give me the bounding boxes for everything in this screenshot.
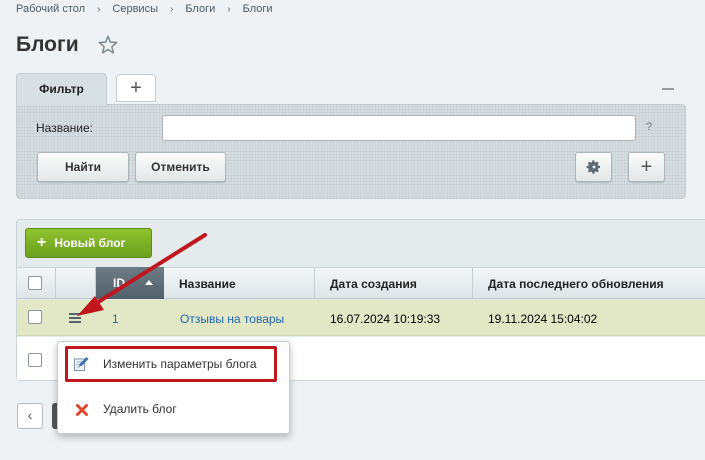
column-header-id[interactable]: ID bbox=[96, 267, 164, 299]
row-id[interactable]: 1 bbox=[112, 312, 119, 326]
column-header-created-label: Дата создания bbox=[330, 277, 417, 291]
column-header-created[interactable]: Дата создания bbox=[315, 267, 473, 299]
header-actions-cell bbox=[56, 267, 96, 299]
row-created-date: 16.07.2024 10:19:33 bbox=[330, 312, 441, 326]
pager-prev-button[interactable]: ‹ bbox=[17, 403, 43, 429]
add-filter-button[interactable]: + bbox=[628, 152, 665, 182]
name-filter-input[interactable] bbox=[162, 115, 636, 141]
breadcrumb-separator-icon: › bbox=[169, 4, 174, 15]
plus-icon: + bbox=[37, 234, 47, 251]
breadcrumb-item-blogs[interactable]: Блоги bbox=[185, 3, 215, 15]
edit-icon bbox=[74, 357, 89, 371]
column-header-name[interactable]: Название bbox=[164, 267, 315, 299]
sort-ascending-icon bbox=[145, 280, 153, 285]
menu-item-edit-blog-label: Изменить параметры блога bbox=[103, 357, 257, 371]
page-title: Блоги bbox=[16, 33, 79, 56]
star-icon[interactable] bbox=[97, 34, 119, 56]
menu-item-delete-blog-label: Удалить блог bbox=[103, 402, 177, 416]
row-checkbox[interactable] bbox=[28, 310, 42, 324]
delete-icon bbox=[76, 404, 88, 416]
row-name-link[interactable]: Отзывы на товары bbox=[180, 312, 284, 326]
breadcrumb-separator-icon: › bbox=[227, 4, 231, 15]
row-updated-date: 19.11.2024 15:04:02 bbox=[488, 312, 598, 326]
add-filter-tab-button[interactable]: + bbox=[116, 74, 156, 102]
filter-settings-button[interactable] bbox=[575, 152, 612, 182]
row-actions-menu-icon[interactable] bbox=[69, 313, 81, 323]
column-header-id-label: ID bbox=[113, 276, 125, 290]
column-header-updated-label: Дата последнего обновления bbox=[488, 277, 664, 291]
breadcrumb-item-desktop[interactable]: Рабочий стол bbox=[16, 3, 85, 15]
find-button[interactable]: Найти bbox=[37, 152, 129, 182]
column-header-updated[interactable]: Дата последнего обновления bbox=[473, 267, 705, 299]
header-select-all-cell bbox=[17, 267, 56, 299]
row-context-menu: Изменить параметры блога Удалить блог bbox=[57, 341, 290, 434]
menu-item-delete-blog[interactable]: Удалить блог bbox=[58, 392, 289, 428]
breadcrumb-item-services[interactable]: Сервисы bbox=[112, 3, 158, 15]
name-filter-label: Название: bbox=[36, 121, 93, 135]
collapse-filter-icon[interactable] bbox=[662, 88, 674, 90]
breadcrumb-separator-icon: › bbox=[97, 4, 101, 15]
breadcrumb: Рабочий стол › Сервисы › Блоги › Блоги bbox=[16, 3, 273, 15]
new-blog-button[interactable]: + Новый блог bbox=[25, 228, 152, 258]
select-all-checkbox[interactable] bbox=[28, 276, 42, 290]
help-icon[interactable]: ? bbox=[646, 121, 652, 133]
new-blog-label: Новый блог bbox=[54, 236, 126, 250]
column-header-name-label: Название bbox=[179, 277, 236, 291]
menu-item-edit-blog[interactable]: Изменить параметры блога bbox=[58, 347, 289, 383]
gear-icon bbox=[586, 160, 600, 174]
tab-filter[interactable]: Фильтр bbox=[16, 73, 107, 105]
cancel-button[interactable]: Отменить bbox=[135, 152, 226, 182]
footer-checkbox[interactable] bbox=[28, 353, 42, 367]
breadcrumb-item-blogs-current[interactable]: Блоги bbox=[243, 3, 273, 15]
